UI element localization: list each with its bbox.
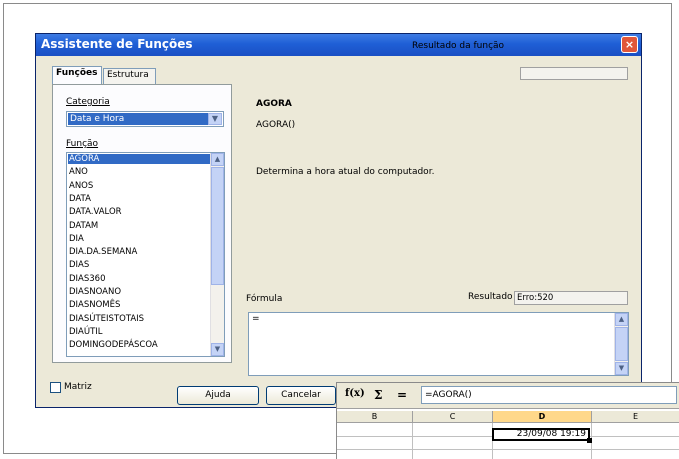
- resultado-label: Resultado: [468, 292, 513, 302]
- function-name: AGORA: [256, 99, 292, 109]
- funcao-label: Função: [66, 139, 98, 149]
- formula-scroll-up-icon[interactable]: ▲: [615, 313, 628, 326]
- function-wizard-dialog: Assistente de Funções × Funções Estrutur…: [35, 33, 642, 408]
- function-list-item[interactable]: ANOS: [68, 181, 211, 191]
- equals-icon[interactable]: =: [397, 388, 407, 402]
- function-list-item[interactable]: DIAS: [68, 260, 211, 270]
- function-list-item[interactable]: DIA: [68, 234, 211, 244]
- tab-funcoes-label: Funções: [56, 68, 98, 78]
- function-list-item[interactable]: DATA: [68, 194, 211, 204]
- function-list-item[interactable]: DATA.VALOR: [68, 207, 211, 217]
- cell-value: 23/09/08 19:19: [516, 429, 586, 439]
- function-list-item[interactable]: ANO: [68, 167, 211, 177]
- close-icon: ×: [624, 38, 635, 51]
- ajuda-button[interactable]: Ajuda: [177, 386, 259, 405]
- function-list-item[interactable]: DIAS360: [68, 274, 211, 284]
- column-header-e[interactable]: E: [592, 411, 679, 423]
- matriz-label: Matriz: [64, 382, 92, 392]
- close-button[interactable]: ×: [621, 36, 638, 53]
- resultado-funcao-label: Resultado da função: [412, 41, 505, 51]
- function-list-item[interactable]: DIASNOANO: [68, 287, 211, 297]
- formula-label: Fórmula: [246, 294, 283, 304]
- column-header-b[interactable]: B: [337, 411, 413, 423]
- categoria-selected-value: Data e Hora: [68, 113, 208, 125]
- scroll-up-icon[interactable]: ▲: [211, 153, 224, 166]
- scroll-down-icon[interactable]: ▼: [211, 343, 224, 356]
- dialog-titlebar[interactable]: Assistente de Funções ×: [36, 34, 641, 56]
- categoria-label: Categoria: [66, 97, 110, 107]
- function-wizard-icon[interactable]: f(x): [345, 388, 365, 399]
- function-list-item[interactable]: DATAM: [68, 221, 211, 231]
- grid-line: [412, 423, 413, 459]
- categoria-select[interactable]: Data e Hora ▼: [66, 111, 224, 127]
- resultado-funcao-field: [520, 67, 628, 80]
- fill-handle[interactable]: [587, 438, 592, 443]
- function-list-scrollbar[interactable]: ▲ ▼: [210, 153, 224, 356]
- column-header-d[interactable]: D: [493, 411, 592, 423]
- function-list-item[interactable]: DIASNOMÊS: [68, 300, 211, 310]
- function-list-item[interactable]: DIASÚTEISTOTAIS: [68, 314, 211, 324]
- formula-bar: f(x) Σ = =AGORA(): [337, 383, 679, 409]
- formula-scroll-thumb[interactable]: [615, 327, 628, 361]
- tab-estrutura[interactable]: Estrutura: [103, 68, 156, 84]
- function-list-item[interactable]: DIAÚTIL: [68, 327, 211, 337]
- column-header-c[interactable]: C: [413, 411, 493, 423]
- function-list-item[interactable]: DOMINGODEPÁSCOA: [68, 340, 211, 350]
- function-syntax: AGORA(): [256, 120, 296, 130]
- function-list-item[interactable]: DIA.DA.SEMANA: [68, 247, 211, 257]
- chevron-down-icon[interactable]: ▼: [208, 113, 222, 125]
- dialog-title: Assistente de Funções: [41, 37, 193, 51]
- scroll-thumb[interactable]: [211, 167, 224, 285]
- formula-bar-input[interactable]: =AGORA(): [421, 386, 677, 404]
- formula-scroll-down-icon[interactable]: ▼: [615, 362, 628, 375]
- formula-editor[interactable]: = ▲ ▼: [248, 312, 629, 376]
- funcao-label-text: Função: [66, 139, 99, 149]
- tab-estrutura-label: Estrutura: [107, 70, 149, 80]
- tab-funcoes[interactable]: Funções: [52, 66, 102, 84]
- matriz-checkbox[interactable]: [50, 382, 61, 393]
- cancelar-button-label: Cancelar: [281, 390, 321, 400]
- formula-scrollbar[interactable]: ▲ ▼: [614, 313, 628, 375]
- spreadsheet-overlay: f(x) Σ = =AGORA() B C D E: [336, 382, 679, 459]
- active-cell-d[interactable]: 23/09/08 19:19: [492, 428, 592, 443]
- function-description: Determina a hora atual do computador.: [256, 167, 435, 177]
- ajuda-button-label: Ajuda: [205, 390, 231, 400]
- function-list-item[interactable]: AGORA: [68, 154, 211, 164]
- formula-text: =: [252, 314, 260, 324]
- sum-icon[interactable]: Σ: [374, 388, 382, 402]
- grid-line: [337, 449, 679, 450]
- cancelar-button[interactable]: Cancelar: [266, 386, 336, 405]
- resultado-field: Erro:520: [514, 291, 628, 305]
- function-list[interactable]: AGORA ANO ANOS DATA DATA.VALOR DATAM DIA DIA.DA…: [66, 152, 225, 357]
